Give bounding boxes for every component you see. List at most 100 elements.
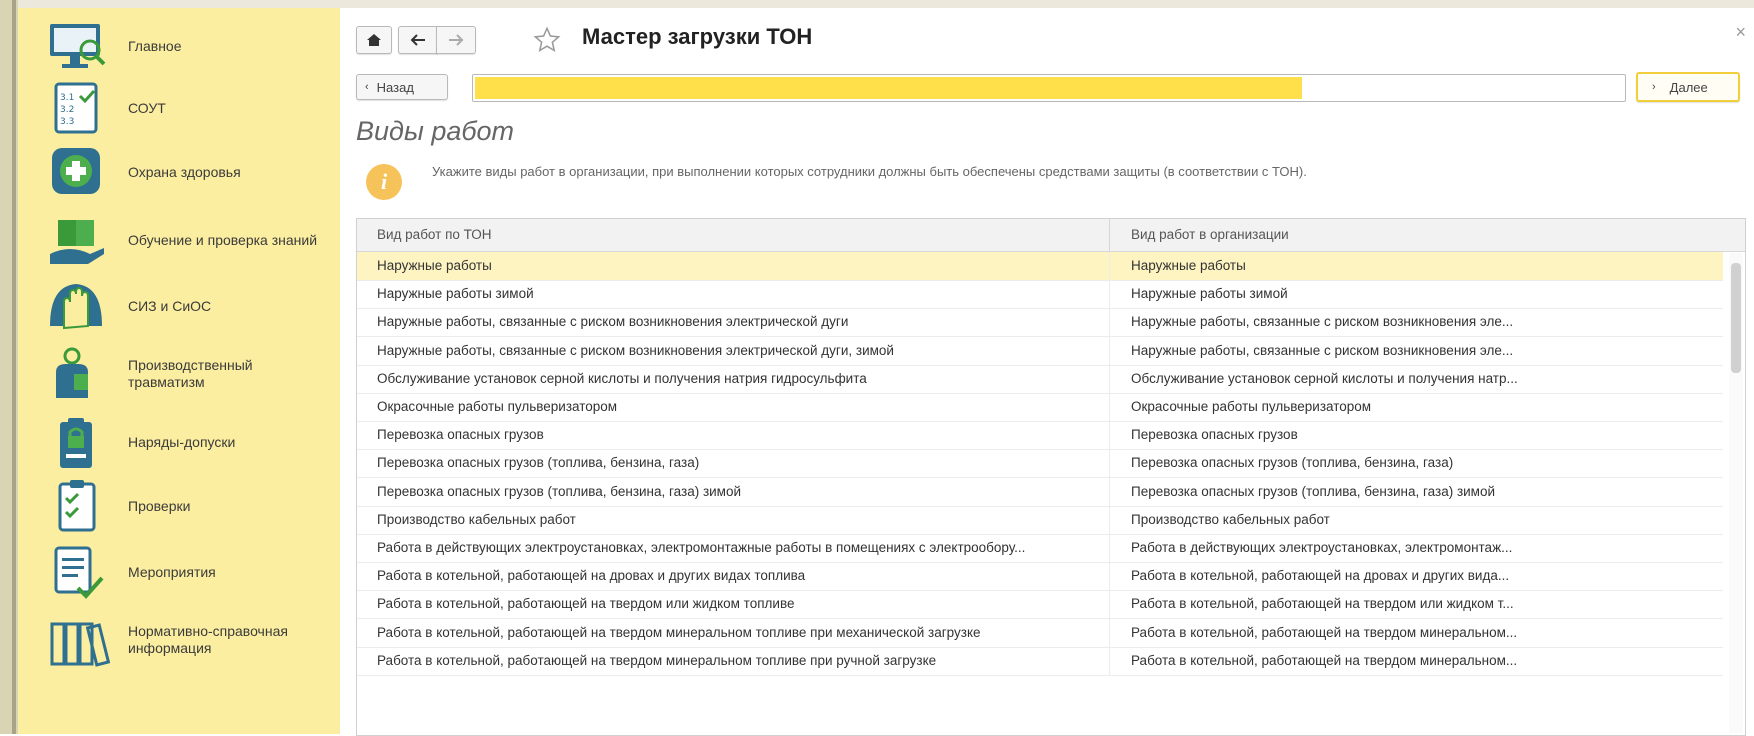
cell-ton-work-type[interactable]: Перевозка опасных грузов (топлива, бензи…: [377, 478, 1097, 506]
cell-ton-work-type[interactable]: Наружные работы, связанные с риском возн…: [377, 337, 1097, 365]
sidebar-item-reference[interactable]: Нормативно-справочная информация: [18, 604, 340, 676]
document-check-icon: [54, 546, 104, 599]
home-icon: [367, 34, 381, 46]
cell-ton-work-type[interactable]: Перевозка опасных грузов: [377, 421, 1097, 449]
cell-org-work-type[interactable]: Наружные работы, связанные с риском возн…: [1131, 308, 1721, 336]
cell-ton-work-type[interactable]: Окрасочные работы пульверизатором: [377, 393, 1097, 421]
sidebar-item-label: Мероприятия: [128, 563, 216, 580]
cell-org-work-type[interactable]: Работа в действующих электроустановках, …: [1131, 534, 1721, 562]
cell-ton-work-type[interactable]: Производство кабельных работ: [377, 506, 1097, 534]
cell-ton-work-type[interactable]: Работа в котельной, работающей на твердо…: [377, 590, 1097, 618]
wizard-next-button[interactable]: › Далее: [1636, 72, 1740, 102]
sidebar-item-label: Проверки: [128, 497, 191, 514]
cell-org-work-type[interactable]: Наружные работы: [1131, 252, 1721, 280]
nav-back-button[interactable]: [398, 26, 438, 54]
sidebar-item-inspections[interactable]: Проверки: [18, 470, 340, 542]
cell-org-work-type[interactable]: Обслуживание установок серной кислоты и …: [1131, 365, 1721, 393]
nav-forward-button[interactable]: [436, 26, 476, 54]
table-row[interactable]: Окрасочные работы пульверизатором Окрасоч…: [357, 393, 1723, 422]
cell-org-work-type[interactable]: Перевозка опасных грузов (топлива, бензи…: [1131, 449, 1721, 477]
table-row[interactable]: Наружные работы, связанные с риском возн…: [357, 308, 1723, 338]
arrow-right-icon: [449, 34, 464, 46]
cell-org-work-type[interactable]: Наружные работы, связанные с риском возн…: [1131, 337, 1721, 365]
column-header-org[interactable]: Вид работ в организации: [1131, 219, 1289, 251]
sidebar: Главное 3.1 3.2 3.3 СОУТ Охрана здоровья…: [18, 8, 341, 734]
sidebar-item-measures[interactable]: Мероприятия: [18, 536, 340, 608]
sidebar-item-permits[interactable]: Наряды-допуски: [18, 406, 340, 478]
sidebar-item-label: Наряды-допуски: [128, 433, 236, 450]
info-icon: i: [366, 164, 402, 200]
chevron-left-icon: ‹: [365, 81, 369, 93]
sidebar-item-training[interactable]: Обучение и проверка знаний: [18, 204, 340, 276]
wizard-next-label: Далее: [1669, 79, 1708, 95]
window-title: Мастер загрузки ТОН: [582, 24, 813, 49]
table-row[interactable]: Работа в котельной, работающей на твердо…: [357, 646, 1723, 676]
table-row[interactable]: Работа в котельной, работающей на твердо…: [357, 618, 1723, 648]
cell-org-work-type[interactable]: Работа в котельной, работающей на дровах…: [1131, 562, 1721, 590]
cell-org-work-type[interactable]: Производство кабельных работ: [1131, 506, 1721, 534]
close-icon[interactable]: ×: [1735, 22, 1746, 43]
sidebar-item-sout[interactable]: 3.1 3.2 3.3 СОУТ: [18, 72, 340, 144]
injured-worker-icon: [56, 347, 88, 398]
star-outline-icon[interactable]: [532, 26, 562, 54]
glove-hand-icon: [50, 284, 102, 330]
table-row[interactable]: Перевозка опасных грузов Перевозка опасны…: [357, 421, 1723, 451]
cell-org-work-type[interactable]: Перевозка опасных грузов (топлива, бензи…: [1131, 478, 1721, 506]
sidebar-item-label: Охрана здоровья: [128, 163, 241, 180]
sidebar-item-label: Нормативно-справочная информация: [128, 623, 288, 656]
section-title: Виды работ: [356, 116, 515, 146]
cell-org-work-type[interactable]: Работа в котельной, работающей на твердо…: [1131, 590, 1721, 618]
column-header-ton[interactable]: Вид работ по ТОН: [377, 219, 492, 251]
permit-lock-icon: [60, 418, 92, 468]
table-row[interactable]: Работа в действующих электроустановках, …: [357, 534, 1723, 563]
medical-cross-icon: [52, 148, 100, 194]
cell-ton-work-type[interactable]: Наружные работы зимой: [377, 280, 1097, 308]
home-button[interactable]: [356, 26, 392, 54]
svg-text:3.1: 3.1: [60, 93, 74, 103]
sidebar-item-label: Производственный травматизм: [128, 357, 253, 390]
cell-org-work-type[interactable]: Окрасочные работы пульверизатором: [1131, 393, 1721, 421]
work-types-table: Вид работ по ТОН Вид работ в организации…: [356, 218, 1746, 736]
table-row[interactable]: Обслуживание установок серной кислоты и …: [357, 364, 1723, 394]
vertical-scrollbar[interactable]: [1729, 253, 1743, 733]
chevron-right-icon: ›: [1652, 81, 1656, 93]
table-row[interactable]: Наружные работы, связанные с риском возн…: [357, 336, 1723, 366]
window-frame-top: [18, 0, 1754, 8]
cell-ton-work-type[interactable]: Обслуживание установок серной кислоты и …: [377, 365, 1097, 393]
table-row[interactable]: Наружные работы зимой Наружные работы зим…: [357, 280, 1723, 310]
cell-ton-work-type[interactable]: Наружные работы: [377, 252, 1097, 280]
cell-org-work-type[interactable]: Перевозка опасных грузов: [1131, 421, 1721, 449]
sidebar-item-health[interactable]: Охрана здоровья: [18, 136, 340, 208]
cell-ton-work-type[interactable]: Работа в котельной, работающей на твердо…: [377, 647, 1097, 675]
table-row[interactable]: Перевозка опасных грузов (топлива, бензи…: [357, 477, 1723, 507]
table-row[interactable]: Перевозка опасных грузов (топлива, бензи…: [357, 449, 1723, 479]
table-header: Вид работ по ТОН Вид работ в организации: [357, 219, 1745, 252]
wizard-back-button[interactable]: ‹ Назад: [356, 74, 448, 100]
window-frame-left: [0, 0, 18, 734]
table-row[interactable]: Работа в котельной, работающей на твердо…: [357, 590, 1723, 620]
cell-org-work-type[interactable]: Работа в котельной, работающей на твердо…: [1131, 619, 1721, 647]
binders-icon: [50, 622, 110, 667]
cell-ton-work-type[interactable]: Работа в действующих электроустановках, …: [377, 534, 1097, 562]
cell-ton-work-type[interactable]: Перевозка опасных грузов (топлива, бензи…: [377, 449, 1097, 477]
monitor-search-icon: [50, 24, 106, 68]
sidebar-item-ppe[interactable]: СИЗ и СиОС: [18, 270, 340, 342]
table-row[interactable]: Работа в котельной, работающей на дровах…: [357, 562, 1723, 592]
cell-ton-work-type[interactable]: Работа в котельной, работающей на твердо…: [377, 619, 1097, 647]
cell-ton-work-type[interactable]: Наружные работы, связанные с риском возн…: [377, 308, 1097, 336]
wizard-progress-fill: [475, 77, 1302, 99]
cell-ton-work-type[interactable]: Работа в котельной, работающей на дровах…: [377, 562, 1097, 590]
cell-org-work-type[interactable]: Наружные работы зимой: [1131, 280, 1721, 308]
sidebar-item-injury[interactable]: Производственный травматизм: [18, 338, 340, 410]
table-row[interactable]: Производство кабельных работ Производство…: [357, 505, 1723, 535]
cell-org-work-type[interactable]: Работа в котельной, работающей на твердо…: [1131, 647, 1721, 675]
sidebar-item-label: СИЗ и СиОС: [128, 297, 212, 314]
book-hand-icon: [50, 220, 104, 264]
wizard-progress-bar: [472, 74, 1626, 102]
svg-text:3.2: 3.2: [60, 105, 74, 115]
table-row[interactable]: Наружные работы Наружные работы: [357, 252, 1723, 281]
checklist-numbers-icon: 3.1 3.2 3.3: [54, 82, 98, 134]
scrollbar-thumb[interactable]: [1731, 263, 1741, 373]
sidebar-item-label: СОУТ: [128, 99, 166, 116]
sidebar-item-label: Обучение и проверка знаний: [128, 231, 318, 248]
